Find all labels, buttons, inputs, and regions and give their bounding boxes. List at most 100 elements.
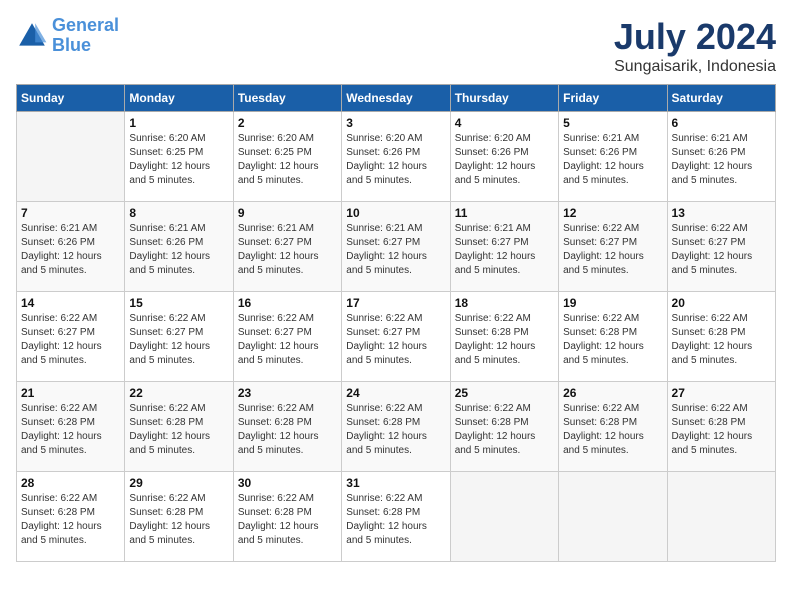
calendar-day-cell <box>17 112 125 202</box>
day-info: Sunrise: 6:22 AM Sunset: 6:28 PM Dayligh… <box>455 312 554 368</box>
calendar-day-cell: 10 Sunrise: 6:21 AM Sunset: 6:27 PM Dayli… <box>342 202 450 292</box>
day-info: Sunrise: 6:22 AM Sunset: 6:27 PM Dayligh… <box>238 312 337 368</box>
day-info: Sunrise: 6:21 AM Sunset: 6:27 PM Dayligh… <box>455 222 554 278</box>
day-info: Sunrise: 6:22 AM Sunset: 6:28 PM Dayligh… <box>346 402 445 458</box>
day-info: Sunrise: 6:22 AM Sunset: 6:27 PM Dayligh… <box>21 312 120 368</box>
day-number: 19 <box>563 296 662 310</box>
calendar-day-cell: 9 Sunrise: 6:21 AM Sunset: 6:27 PM Daylig… <box>233 202 341 292</box>
day-info: Sunrise: 6:21 AM Sunset: 6:27 PM Dayligh… <box>346 222 445 278</box>
calendar-day-cell: 14 Sunrise: 6:22 AM Sunset: 6:27 PM Dayli… <box>17 292 125 382</box>
calendar-table: SundayMondayTuesdayWednesdayThursdayFrid… <box>16 84 776 562</box>
day-number: 17 <box>346 296 445 310</box>
calendar-week-row: 14 Sunrise: 6:22 AM Sunset: 6:27 PM Dayli… <box>17 292 776 382</box>
day-number: 9 <box>238 206 337 220</box>
calendar-day-cell: 4Sunrise: 6:20 AM Sunset: 6:26 PM Daylig… <box>450 112 558 202</box>
day-number: 26 <box>563 386 662 400</box>
day-number: 28 <box>21 476 120 490</box>
calendar-week-row: 28 Sunrise: 6:22 AM Sunset: 6:28 PM Dayli… <box>17 472 776 562</box>
day-info: Sunrise: 6:22 AM Sunset: 6:27 PM Dayligh… <box>346 312 445 368</box>
day-number: 6 <box>672 116 771 130</box>
day-info: Sunrise: 6:20 AM Sunset: 6:26 PM Dayligh… <box>346 132 445 188</box>
calendar-day-cell: 2Sunrise: 6:20 AM Sunset: 6:25 PM Daylig… <box>233 112 341 202</box>
day-number: 2 <box>238 116 337 130</box>
calendar-day-cell: 29 Sunrise: 6:22 AM Sunset: 6:28 PM Dayli… <box>125 472 233 562</box>
day-number: 29 <box>129 476 228 490</box>
day-info: Sunrise: 6:22 AM Sunset: 6:28 PM Dayligh… <box>563 402 662 458</box>
day-number: 22 <box>129 386 228 400</box>
weekday-header-cell: Saturday <box>667 85 775 112</box>
calendar-day-cell <box>559 472 667 562</box>
calendar-day-cell: 22 Sunrise: 6:22 AM Sunset: 6:28 PM Dayli… <box>125 382 233 472</box>
calendar-day-cell: 11 Sunrise: 6:21 AM Sunset: 6:27 PM Dayli… <box>450 202 558 292</box>
day-info: Sunrise: 6:22 AM Sunset: 6:28 PM Dayligh… <box>346 492 445 548</box>
day-number: 12 <box>563 206 662 220</box>
calendar-day-cell: 20 Sunrise: 6:22 AM Sunset: 6:28 PM Dayli… <box>667 292 775 382</box>
calendar-day-cell: 6 Sunrise: 6:21 AM Sunset: 6:26 PM Daylig… <box>667 112 775 202</box>
calendar-day-cell: 1 Sunrise: 6:20 AM Sunset: 6:25 PM Daylig… <box>125 112 233 202</box>
day-info: Sunrise: 6:22 AM Sunset: 6:27 PM Dayligh… <box>129 312 228 368</box>
day-info: Sunrise: 6:22 AM Sunset: 6:27 PM Dayligh… <box>563 222 662 278</box>
day-info: Sunrise: 6:22 AM Sunset: 6:28 PM Dayligh… <box>129 492 228 548</box>
weekday-header-cell: Thursday <box>450 85 558 112</box>
day-number: 16 <box>238 296 337 310</box>
day-number: 30 <box>238 476 337 490</box>
calendar-day-cell: 24 Sunrise: 6:22 AM Sunset: 6:28 PM Dayli… <box>342 382 450 472</box>
weekday-header-cell: Sunday <box>17 85 125 112</box>
day-number: 20 <box>672 296 771 310</box>
day-info: Sunrise: 6:22 AM Sunset: 6:28 PM Dayligh… <box>563 312 662 368</box>
calendar-day-cell: 18 Sunrise: 6:22 AM Sunset: 6:28 PM Dayli… <box>450 292 558 382</box>
day-info: Sunrise: 6:22 AM Sunset: 6:27 PM Dayligh… <box>672 222 771 278</box>
day-info: Sunrise: 6:20 AM Sunset: 6:26 PM Dayligh… <box>455 132 554 188</box>
day-number: 23 <box>238 386 337 400</box>
calendar-day-cell: 27 Sunrise: 6:22 AM Sunset: 6:28 PM Dayli… <box>667 382 775 472</box>
calendar-day-cell <box>450 472 558 562</box>
logo-icon <box>16 20 48 52</box>
day-number: 31 <box>346 476 445 490</box>
day-info: Sunrise: 6:21 AM Sunset: 6:26 PM Dayligh… <box>21 222 120 278</box>
calendar-day-cell: 16 Sunrise: 6:22 AM Sunset: 6:27 PM Dayli… <box>233 292 341 382</box>
calendar-day-cell: 3Sunrise: 6:20 AM Sunset: 6:26 PM Daylig… <box>342 112 450 202</box>
day-info: Sunrise: 6:21 AM Sunset: 6:26 PM Dayligh… <box>563 132 662 188</box>
logo: General Blue <box>16 16 119 56</box>
calendar-day-cell: 8Sunrise: 6:21 AM Sunset: 6:26 PM Daylig… <box>125 202 233 292</box>
weekday-header-row: SundayMondayTuesdayWednesdayThursdayFrid… <box>17 85 776 112</box>
calendar-day-cell: 25Sunrise: 6:22 AM Sunset: 6:28 PM Dayli… <box>450 382 558 472</box>
day-number: 11 <box>455 206 554 220</box>
day-info: Sunrise: 6:22 AM Sunset: 6:28 PM Dayligh… <box>238 402 337 458</box>
calendar-week-row: 1 Sunrise: 6:20 AM Sunset: 6:25 PM Daylig… <box>17 112 776 202</box>
logo-text: General Blue <box>52 16 119 56</box>
calendar-day-cell <box>667 472 775 562</box>
day-info: Sunrise: 6:22 AM Sunset: 6:28 PM Dayligh… <box>129 402 228 458</box>
calendar-day-cell: 28Sunrise: 6:22 AM Sunset: 6:28 PM Dayli… <box>17 472 125 562</box>
day-number: 7 <box>21 206 120 220</box>
day-number: 14 <box>21 296 120 310</box>
calendar-day-cell: 26 Sunrise: 6:22 AM Sunset: 6:28 PM Dayli… <box>559 382 667 472</box>
calendar-day-cell: 12 Sunrise: 6:22 AM Sunset: 6:27 PM Dayli… <box>559 202 667 292</box>
calendar-day-cell: 15Sunrise: 6:22 AM Sunset: 6:27 PM Dayli… <box>125 292 233 382</box>
day-number: 18 <box>455 296 554 310</box>
day-number: 27 <box>672 386 771 400</box>
day-info: Sunrise: 6:20 AM Sunset: 6:25 PM Dayligh… <box>129 132 228 188</box>
weekday-header-cell: Monday <box>125 85 233 112</box>
month-title: July 2024 <box>614 16 776 58</box>
calendar-day-cell: 30Sunrise: 6:22 AM Sunset: 6:28 PM Dayli… <box>233 472 341 562</box>
day-number: 13 <box>672 206 771 220</box>
day-info: Sunrise: 6:21 AM Sunset: 6:27 PM Dayligh… <box>238 222 337 278</box>
calendar-day-cell: 21Sunrise: 6:22 AM Sunset: 6:28 PM Dayli… <box>17 382 125 472</box>
day-number: 24 <box>346 386 445 400</box>
calendar-day-cell: 13 Sunrise: 6:22 AM Sunset: 6:27 PM Dayli… <box>667 202 775 292</box>
day-info: Sunrise: 6:21 AM Sunset: 6:26 PM Dayligh… <box>672 132 771 188</box>
day-number: 10 <box>346 206 445 220</box>
day-info: Sunrise: 6:21 AM Sunset: 6:26 PM Dayligh… <box>129 222 228 278</box>
day-number: 5 <box>563 116 662 130</box>
calendar-week-row: 7 Sunrise: 6:21 AM Sunset: 6:26 PM Daylig… <box>17 202 776 292</box>
day-number: 1 <box>129 116 228 130</box>
day-info: Sunrise: 6:22 AM Sunset: 6:28 PM Dayligh… <box>672 312 771 368</box>
weekday-header-cell: Tuesday <box>233 85 341 112</box>
day-info: Sunrise: 6:22 AM Sunset: 6:28 PM Dayligh… <box>672 402 771 458</box>
calendar-day-cell: 17 Sunrise: 6:22 AM Sunset: 6:27 PM Dayli… <box>342 292 450 382</box>
day-info: Sunrise: 6:22 AM Sunset: 6:28 PM Dayligh… <box>455 402 554 458</box>
calendar-day-cell: 5 Sunrise: 6:21 AM Sunset: 6:26 PM Daylig… <box>559 112 667 202</box>
page-header: General Blue July 2024 Sungaisarik, Indo… <box>16 16 776 76</box>
weekday-header-cell: Friday <box>559 85 667 112</box>
